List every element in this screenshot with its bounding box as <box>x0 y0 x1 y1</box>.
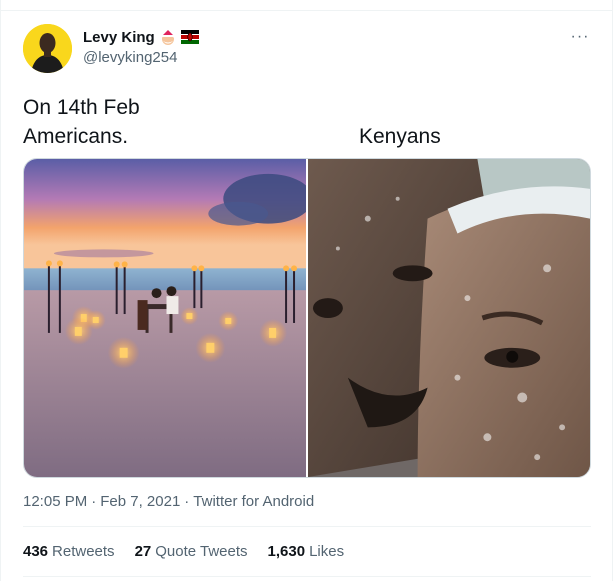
stats-top-divider <box>23 526 591 527</box>
tweet-date[interactable]: Feb 7, 2021 <box>100 493 180 510</box>
media-grid <box>23 158 591 478</box>
more-options-icon[interactable]: ··· <box>569 28 591 45</box>
likes-stat[interactable]: 1,630 Likes <box>268 543 345 560</box>
author-display-name[interactable]: Levy King <box>83 29 155 46</box>
avatar[interactable] <box>23 24 72 73</box>
retweets-stat[interactable]: 436 Retweets <box>23 543 115 560</box>
tweet-time[interactable]: 12:05 PM <box>23 493 87 510</box>
santa-emoji-icon <box>161 30 176 45</box>
likes-count: 1,630 <box>267 543 306 560</box>
author-name-row: Levy King <box>83 28 199 46</box>
tweet-card: Levy King @levyking254 ··· On 14th Feb A… <box>0 0 613 581</box>
avatar-image <box>23 24 72 73</box>
author-handle[interactable]: @levyking254 <box>83 49 177 66</box>
retweets-count: 436 <box>23 543 49 560</box>
top-divider <box>1 0 613 11</box>
tweet-text: On 14th Feb Americans. <box>23 93 140 151</box>
tweet-source[interactable]: Twitter for Android <box>193 493 314 510</box>
quote-tweets-stat[interactable]: 27 Quote Tweets <box>135 543 248 560</box>
quote-tweets-label: Quote Tweets <box>155 543 248 560</box>
caption-right: Kenyans <box>359 125 441 148</box>
tweet-line-1: On 14th Feb <box>23 96 140 119</box>
likes-label: Likes <box>309 543 345 560</box>
tweet-stats: 436 Retweets 27 Quote Tweets 1,630 Likes <box>23 543 344 560</box>
quote-tweets-count: 27 <box>134 543 152 560</box>
caption-left: Americans. <box>23 125 129 148</box>
stats-bottom-divider <box>23 576 591 577</box>
photo-beach-dinner[interactable] <box>24 159 306 477</box>
meta-dot-1: · <box>91 493 97 510</box>
kenya-flag-icon <box>180 30 199 44</box>
tweet-meta: 12:05 PM · Feb 7, 2021 · Twitter for And… <box>23 493 314 510</box>
retweets-label: Retweets <box>52 543 115 560</box>
meta-dot-2: · <box>184 493 190 510</box>
photo-sweaty-couple[interactable] <box>308 159 590 477</box>
